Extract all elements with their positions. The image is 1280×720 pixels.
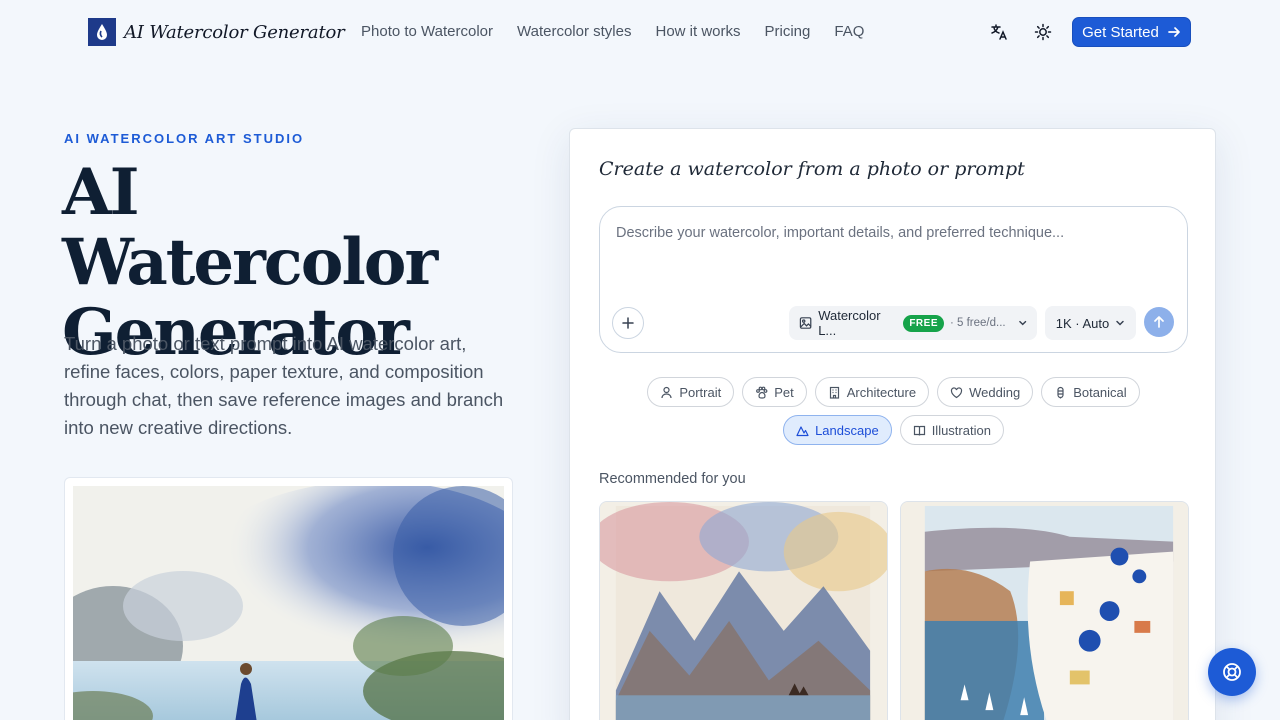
site-header: AI Watercolor Generator Photo to Waterco… — [0, 0, 1280, 64]
flower-icon — [1057, 386, 1064, 398]
generator-card: Create a watercolor from a photo or prom… — [569, 128, 1216, 720]
main-nav: Photo to Watercolor Watercolor styles Ho… — [361, 23, 864, 40]
translate-icon[interactable] — [987, 20, 1011, 44]
recommended-card-mountains[interactable] — [599, 501, 888, 720]
chip-wedding[interactable]: Wedding — [937, 377, 1034, 407]
mountain-icon — [796, 425, 809, 436]
nav-photo-to-watercolor[interactable]: Photo to Watercolor — [361, 23, 493, 40]
chip-illustration[interactable]: Illustration — [899, 415, 1004, 445]
plus-icon — [622, 317, 634, 329]
nav-watercolor-styles[interactable]: Watercolor styles — [517, 23, 631, 40]
model-select[interactable]: Watercolor L... FREE · 5 free/d... — [789, 306, 1037, 340]
generator-title: Create a watercolor from a photo or prom… — [599, 158, 1025, 180]
hero-watercolor-image — [64, 477, 513, 720]
get-started-button[interactable]: Get Started — [1072, 17, 1191, 47]
hero-subtitle: Turn a photo or text prompt into AI wate… — [64, 333, 504, 438]
chevron-down-icon — [1116, 320, 1124, 326]
style-chips: Portrait Pet Architecture Wedding Botani… — [599, 377, 1188, 453]
arrow-up-icon — [1154, 316, 1164, 328]
image-icon — [799, 317, 812, 329]
person-icon — [661, 386, 672, 398]
size-select[interactable]: 1K · Auto — [1045, 306, 1136, 340]
drop-logo-icon — [88, 18, 116, 46]
get-started-label: Get Started — [1082, 23, 1159, 41]
hero-eyebrow: AI WATERCOLOR ART STUDIO — [64, 131, 305, 146]
quota-text: · 5 free/d... — [949, 317, 1006, 329]
sun-icon[interactable] — [1031, 20, 1055, 44]
model-label: Watercolor L... — [818, 308, 881, 338]
brand-logo[interactable]: AI Watercolor Generator — [88, 18, 345, 46]
prompt-input[interactable]: Describe your watercolor, important deta… — [616, 225, 1064, 241]
add-attachment-button[interactable] — [612, 307, 644, 339]
free-badge: FREE — [903, 314, 944, 332]
prompt-box[interactable]: Describe your watercolor, important deta… — [599, 206, 1188, 353]
book-icon — [913, 425, 925, 436]
arrow-right-icon — [1168, 27, 1180, 37]
building-icon — [829, 386, 839, 399]
brand-name: AI Watercolor Generator — [124, 21, 345, 43]
nav-how-it-works[interactable]: How it works — [656, 23, 741, 40]
recommended-card-santorini[interactable] — [900, 501, 1189, 720]
lifebuoy-icon — [1223, 663, 1241, 681]
size-label: 1K · Auto — [1055, 315, 1110, 331]
help-button[interactable] — [1208, 648, 1256, 696]
recommended-label: Recommended for you — [599, 471, 746, 487]
chip-portrait[interactable]: Portrait — [647, 377, 735, 407]
chevron-down-icon — [1018, 320, 1026, 326]
hero-title-line1: AI Watercolor — [62, 155, 438, 300]
chip-botanical[interactable]: Botanical — [1041, 377, 1140, 407]
paw-icon — [756, 386, 768, 399]
chip-pet[interactable]: Pet — [742, 377, 807, 407]
nav-pricing[interactable]: Pricing — [765, 23, 811, 40]
send-button[interactable] — [1144, 307, 1174, 337]
chip-landscape[interactable]: Landscape — [783, 415, 892, 445]
heart-icon — [951, 386, 963, 398]
chip-architecture[interactable]: Architecture — [814, 377, 930, 407]
nav-faq[interactable]: FAQ — [834, 23, 864, 40]
